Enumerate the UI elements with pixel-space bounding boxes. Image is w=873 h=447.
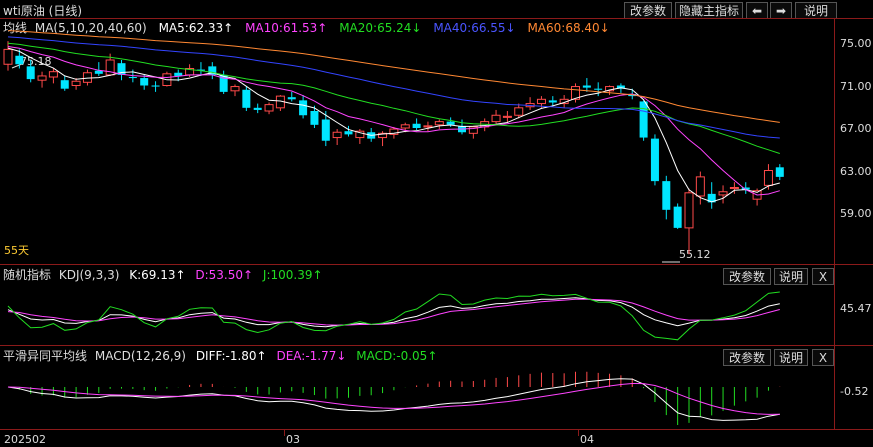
candle — [718, 185, 728, 204]
candle — [48, 68, 58, 84]
x-tick-0: 202502 — [4, 433, 46, 446]
ma40-line — [7, 36, 780, 139]
candle — [548, 96, 557, 106]
x-tick-1: 03 — [286, 433, 300, 446]
kdj-y-tick: 45.47 — [840, 302, 872, 315]
kdj-k-line — [7, 297, 780, 328]
candle — [491, 109, 501, 124]
candle — [434, 119, 444, 130]
candle — [196, 62, 205, 76]
candle — [650, 134, 659, 186]
candle — [310, 105, 319, 128]
kdj-d-line — [7, 298, 780, 326]
macd-y-tick: -0.52 — [840, 385, 868, 398]
candle — [582, 78, 591, 92]
low-price-label: 55.12 — [679, 248, 711, 261]
candle — [60, 75, 69, 91]
candle — [299, 95, 308, 119]
candle — [287, 91, 296, 102]
y-tick-3: 63.00 — [840, 165, 872, 178]
candle — [355, 129, 365, 144]
candle — [321, 111, 330, 147]
candle — [242, 86, 251, 111]
candle — [662, 175, 671, 220]
candle — [140, 74, 149, 90]
candle — [208, 62, 217, 80]
candle — [412, 118, 421, 131]
candle — [117, 60, 126, 81]
candle — [639, 100, 648, 141]
candle — [264, 102, 274, 115]
candle — [695, 171, 705, 205]
candle — [3, 41, 13, 71]
y-tick-2: 67.00 — [840, 122, 872, 135]
high-price-label: 75.18 — [20, 55, 52, 68]
candle — [275, 95, 285, 111]
candle — [673, 203, 682, 229]
candle — [525, 97, 535, 110]
kdj-j-line — [7, 291, 780, 341]
candle — [775, 164, 784, 181]
y-tick-0: 75.00 — [840, 37, 872, 50]
candle — [94, 62, 103, 76]
candle — [151, 81, 160, 92]
candle — [37, 71, 47, 88]
candle — [684, 188, 694, 255]
candle — [253, 103, 262, 114]
x-tick-2: 04 — [580, 433, 594, 446]
y-tick-1: 71.00 — [840, 80, 872, 93]
candle — [423, 121, 433, 132]
candle — [71, 78, 81, 90]
candle — [332, 129, 342, 145]
y-tick-4: 59.00 — [840, 207, 872, 220]
candle — [707, 182, 716, 209]
price-chart[interactable]: 75.00 71.00 67.00 63.00 59.00 45.47 -0.5… — [0, 0, 873, 447]
candle — [230, 84, 240, 97]
macd-diff-line — [7, 378, 780, 421]
